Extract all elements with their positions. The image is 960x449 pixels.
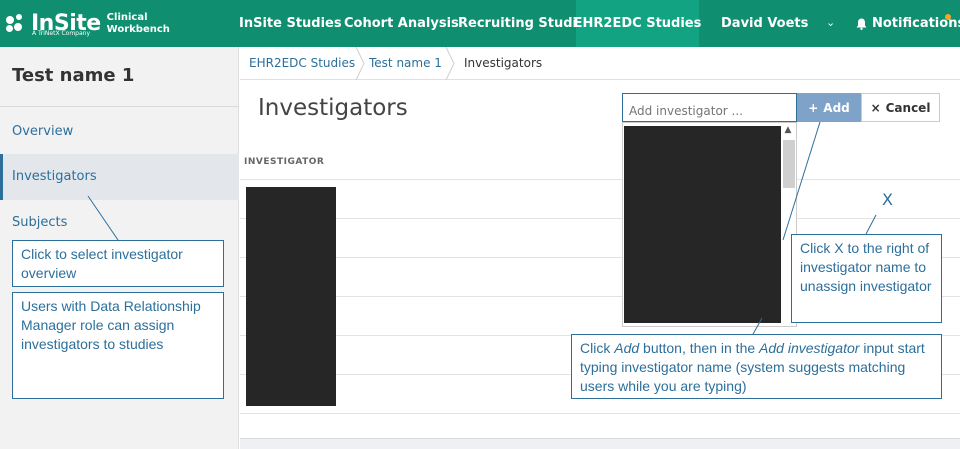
notifications-button[interactable]: Notifications [856,0,960,47]
add-button[interactable]: + Add [797,93,861,122]
top-navigation-bar: InSite A TriNetX Company Clinical Workbe… [0,0,960,47]
sidebar-item-overview[interactable]: Overview [0,109,239,155]
column-header-investigator: INVESTIGATOR [244,157,325,167]
breadcrumb-separator-icon [445,47,455,80]
add-investigator-input[interactable] [622,93,797,122]
logo-product: Clinical Workbench [107,12,170,36]
callout-add-investigator: Click Add button, then in the Add invest… [571,334,942,399]
redacted-suggestions [624,126,781,323]
callout-assign-info: Users with Data Relationship Manager rol… [12,292,224,399]
callout-add-text: Click [580,340,615,356]
notification-indicator [945,14,951,20]
nav-cohort-analysis[interactable]: Cohort Analysis [344,0,459,47]
nav-insite-studies[interactable]: InSite Studies [239,0,342,47]
table-row-divider [240,413,960,414]
redacted-investigator-names [246,187,336,406]
nav-user-name[interactable]: David Voets [721,0,808,47]
logo-dots-icon [6,14,28,34]
table-row-divider [240,179,960,180]
callout-add-word: Add [614,340,640,356]
add-button-label: Add [823,100,850,115]
bottom-bar [240,438,960,449]
page: InSite A TriNetX Company Clinical Workbe… [0,0,960,449]
breadcrumb-test-name[interactable]: Test name 1 [369,56,442,70]
logo-tagline: A TriNetX Company [32,30,91,37]
nav-ehr2edc-studies[interactable]: EHR2EDC Studies [574,0,701,47]
insite-logo[interactable]: InSite A TriNetX Company Clinical Workbe… [6,6,170,42]
study-title: Test name 1 [0,47,239,107]
sidebar-item-investigators[interactable]: Investigators [0,154,239,200]
scroll-up-icon[interactable]: ▲ [782,125,794,137]
plus-icon: + [808,100,819,115]
breadcrumb-separator-icon [355,47,365,80]
remove-investigator-x[interactable]: X [882,190,893,209]
bell-icon [856,18,867,30]
callout-add-input-word: Add investigator [759,340,860,356]
callout-add-text: button, then in the [639,340,760,356]
page-title: Investigators [258,95,408,121]
callout-select-overview: Click to select investigator overview [12,240,224,287]
cancel-button-label: Cancel [885,100,931,115]
logo-product-line1: Clinical [106,12,148,23]
breadcrumb-ehr2edc-studies[interactable]: EHR2EDC Studies [249,56,355,70]
logo-product-line2: Workbench [106,24,170,35]
callout-unassign: Click X to the right of investigator nam… [791,234,942,323]
cancel-button[interactable]: × Cancel [861,93,940,122]
breadcrumb-investigators: Investigators [464,56,543,70]
close-icon: × [870,100,881,115]
dropdown-scrollbar[interactable] [783,140,795,188]
breadcrumb: EHR2EDC Studies Test name 1 Investigator… [240,47,960,80]
chevron-down-icon[interactable]: ⌄ [826,16,835,29]
table-row-divider [240,218,960,219]
